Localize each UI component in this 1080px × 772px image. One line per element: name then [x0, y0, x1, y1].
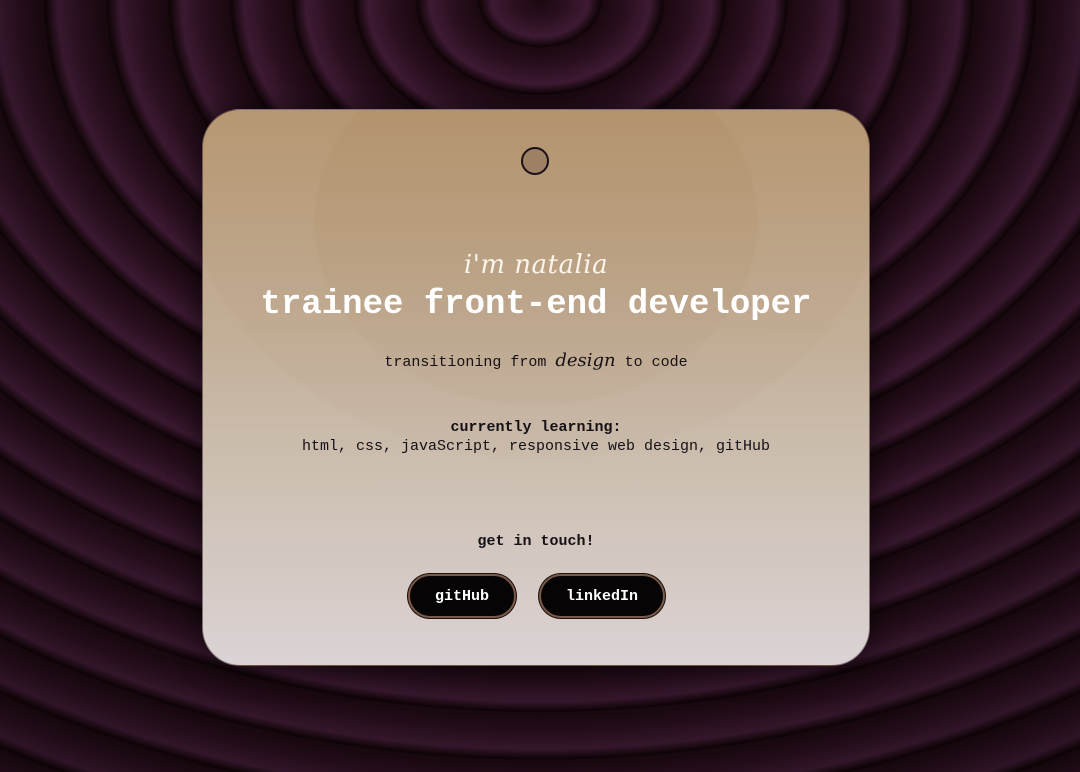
- page-title: trainee front-end developer: [260, 286, 812, 324]
- subtitle-before: transitioning from: [384, 354, 556, 371]
- circle-icon: [521, 147, 549, 175]
- subtitle: transitioning from design to code: [203, 350, 869, 371]
- contact-heading: get in touch!: [477, 533, 595, 550]
- learning-heading: currently learning:: [450, 419, 622, 436]
- linkedin-button[interactable]: linkedIn: [539, 574, 665, 618]
- profile-card: i'm natalia trainee front-end developer …: [202, 109, 870, 666]
- github-button[interactable]: gitHub: [408, 574, 516, 618]
- greeting: i'm natalia: [463, 250, 609, 280]
- subtitle-emphasis: design: [555, 350, 616, 371]
- subtitle-after: to code: [615, 354, 688, 371]
- learning-list: html, css, javaScript, responsive web de…: [301, 438, 771, 455]
